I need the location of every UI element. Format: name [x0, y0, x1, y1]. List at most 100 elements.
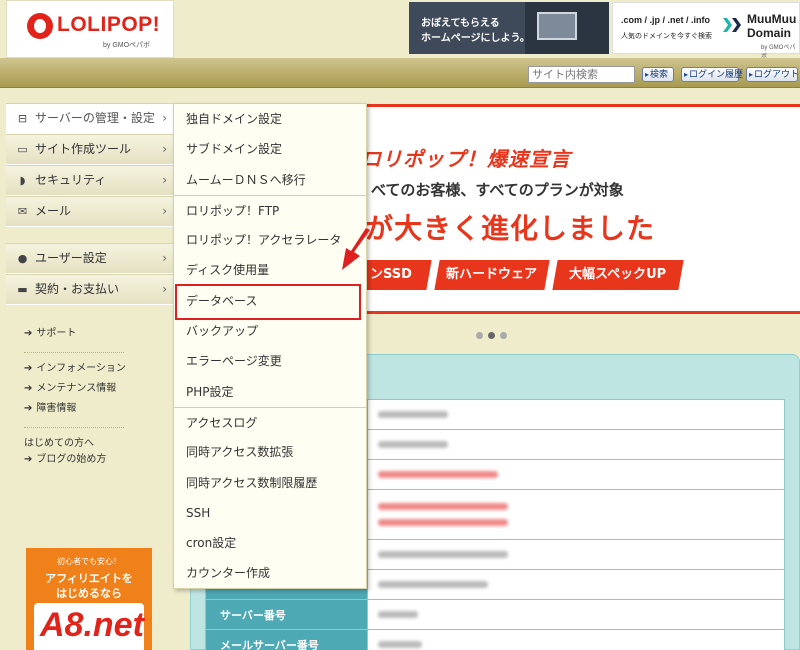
- row-value-blurred: [367, 569, 785, 600]
- sidebar-links: ➔ サポート ➔ インフォメーション ➔ メンテナンス情報 ➔ 障害情報 はじめての方へ…: [24, 326, 134, 472]
- link-label: サポート: [36, 328, 77, 339]
- menu-item-custom-domain[interactable]: 独自ドメイン設定: [174, 104, 366, 134]
- menu-item-ssh[interactable]: SSH: [174, 498, 366, 528]
- sidebar-item-server-settings[interactable]: ⊟ サーバーの管理・設定 ›: [6, 103, 173, 134]
- red-pointer-arrow-icon: [342, 228, 370, 270]
- divider: [24, 427, 124, 428]
- login-history-button[interactable]: ▸ログイン履歴: [681, 67, 743, 82]
- hero-subtitle: べてのお客様、すべてのプランが対象: [371, 181, 624, 199]
- lolipop-logo-icon: [27, 13, 53, 39]
- row-value-blurred: [367, 629, 785, 650]
- sidebar-group-account: ● ユーザー設定 › ▬ 契約・お支払い ›: [6, 243, 173, 305]
- hero-tag-label: 新ハードウェア: [446, 267, 538, 282]
- mail-server-number-label: メールサーバー番号: [205, 629, 368, 650]
- link-label: インフォメーション: [36, 363, 126, 374]
- hero-tag-spec: 大幅スペックUP: [552, 260, 684, 290]
- search-button[interactable]: ▸検索: [642, 67, 674, 82]
- carousel-dot[interactable]: [476, 332, 483, 339]
- divider: [24, 352, 124, 353]
- link-beginners[interactable]: はじめての方へ: [24, 436, 134, 452]
- carousel-dot[interactable]: [500, 332, 507, 339]
- row-value-blurred: [367, 599, 785, 630]
- menu-item-concurrent-history[interactable]: 同時アクセス数制限履歴: [174, 468, 366, 498]
- link-label: ブログの始め方: [36, 454, 107, 465]
- mail-icon: ✉: [17, 205, 28, 218]
- menu-item-backup[interactable]: バックアップ: [174, 316, 366, 346]
- a8net-affiliate-banner[interactable]: 初心者でも安心！ アフィリエイトを はじめるなら A8.net: [26, 548, 152, 650]
- login-history-label: ログイン履歴: [689, 70, 744, 80]
- menu-item-ftp[interactable]: ロリポップ！FTP: [174, 194, 366, 225]
- header: LOLIPOP! by GMOペパボ おぼえてもらえる ホームページにしよう。 …: [0, 0, 800, 60]
- a8-banner-line3: はじめるなら: [56, 587, 122, 600]
- link-label: メンテナンス情報: [36, 383, 117, 394]
- chevron-right-icon: ›: [162, 173, 167, 187]
- logo-byline: by GMOペパボ: [103, 42, 151, 49]
- row-value-blurred: [367, 539, 785, 570]
- link-blog-start[interactable]: ➔ ブログの始め方: [24, 452, 134, 472]
- menu-item-cron[interactable]: cron設定: [174, 528, 366, 558]
- link-support[interactable]: ➔ サポート: [24, 326, 134, 346]
- hero-headline: が大きく進化しました: [365, 212, 656, 245]
- user-icon: ●: [17, 252, 28, 265]
- link-information[interactable]: ➔ インフォメーション: [24, 361, 134, 381]
- hero-title: ロリポップ！爆速宣言: [361, 147, 571, 171]
- search-button-label: 検索: [650, 70, 669, 80]
- sidebar-item-label: セキュリティ: [35, 173, 107, 187]
- arrow-right-icon: ➔: [24, 328, 33, 339]
- carousel-dot-active[interactable]: [488, 332, 495, 339]
- a8-banner-line2: アフィリエイトを: [45, 572, 133, 585]
- menu-item-counter[interactable]: カウンター作成: [174, 558, 366, 588]
- link-label: はじめての方へ: [24, 438, 94, 449]
- row-value-blurred[interactable]: [367, 459, 785, 490]
- hero-tag-label: ンSSD: [370, 267, 412, 282]
- muumuu-tagline: 人気のドメインを今すぐ検索: [621, 32, 712, 40]
- chevron-right-icon: ›: [162, 111, 167, 125]
- arrow-right-icon: ➔: [24, 383, 33, 394]
- link-trouble[interactable]: ➔ 障害情報: [24, 401, 134, 421]
- lolipop-logo[interactable]: LOLIPOP! by GMOペパボ: [6, 0, 174, 58]
- link-maintenance[interactable]: ➔ メンテナンス情報: [24, 381, 134, 401]
- carousel-dots: [476, 328, 512, 342]
- muumuu-name-line1: MuuMuu: [747, 12, 797, 26]
- menu-item-access-log[interactable]: アクセスログ: [174, 406, 366, 437]
- chevron-right-icon: ›: [162, 204, 167, 218]
- a8-banner-line1: 初心者でも安心！: [57, 557, 121, 566]
- menu-item-muumuu-dns[interactable]: ムームーＤＮＳへ移行: [174, 165, 366, 195]
- sidebar-item-mail[interactable]: ✉ メール ›: [6, 196, 173, 227]
- server-number-label: サーバー番号: [205, 599, 368, 630]
- sidebar-item-label: サーバーの管理・設定: [35, 111, 155, 125]
- chevron-right-icon: ›: [162, 251, 167, 265]
- sidebar: ⊟ サーバーの管理・設定 › ▭ サイト作成ツール › ◗ セキュリティ › ✉ メール › ●…: [6, 103, 173, 305]
- hero-tag-hardware: 新ハードウェア: [434, 260, 550, 290]
- menu-item-concurrent-expand[interactable]: 同時アクセス数拡張: [174, 437, 366, 467]
- logout-label: ログアウト: [754, 70, 800, 80]
- sidebar-item-label: 契約・お支払い: [35, 282, 120, 296]
- sidebar-item-label: ユーザー設定: [35, 251, 107, 265]
- chevron-right-icon: ›: [162, 142, 167, 156]
- table-row: サーバー番号: [205, 599, 785, 630]
- muumuu-domain-banner[interactable]: .com / .jp / .net / .info 人気のドメインを今すぐ検索 …: [612, 2, 800, 60]
- laptop-icon: ▭: [17, 143, 28, 156]
- sidebar-item-site-tools[interactable]: ▭ サイト作成ツール ›: [6, 134, 173, 165]
- menu-item-error-page[interactable]: エラーページ変更: [174, 346, 366, 376]
- laptop-icon: [537, 12, 577, 40]
- muumuu-name-line2: Domain: [747, 26, 792, 40]
- sidebar-item-contract-payment[interactable]: ▬ 契約・お支払い ›: [6, 274, 173, 305]
- sidebar-item-security[interactable]: ◗ セキュリティ ›: [6, 165, 173, 196]
- menu-item-php-settings[interactable]: PHP設定: [174, 377, 366, 407]
- hero-tag-label: 大幅スペックUP: [569, 267, 667, 282]
- top-toolbar: ▸検索 ▸ログイン履歴 ▸ログアウト: [0, 58, 800, 88]
- domain-extensions: .com / .jp / .net / .info: [621, 15, 711, 25]
- sidebar-item-label: メール: [35, 204, 72, 218]
- row-value-blurred[interactable]: [367, 489, 785, 540]
- homepage-ad-banner[interactable]: おぼえてもらえる ホームページにしよう。: [409, 2, 609, 54]
- row-value-blurred: [367, 399, 785, 430]
- menu-item-subdomain[interactable]: サブドメイン設定: [174, 134, 366, 164]
- logout-button[interactable]: ▸ログアウト: [746, 67, 800, 82]
- table-row: メールサーバー番号: [205, 629, 785, 650]
- site-search-input[interactable]: [528, 66, 635, 83]
- row-value-blurred: [367, 429, 785, 460]
- arrow-right-icon: ▸: [645, 70, 650, 79]
- arrow-right-icon: ▸: [684, 70, 689, 79]
- sidebar-item-user-settings[interactable]: ● ユーザー設定 ›: [6, 243, 173, 274]
